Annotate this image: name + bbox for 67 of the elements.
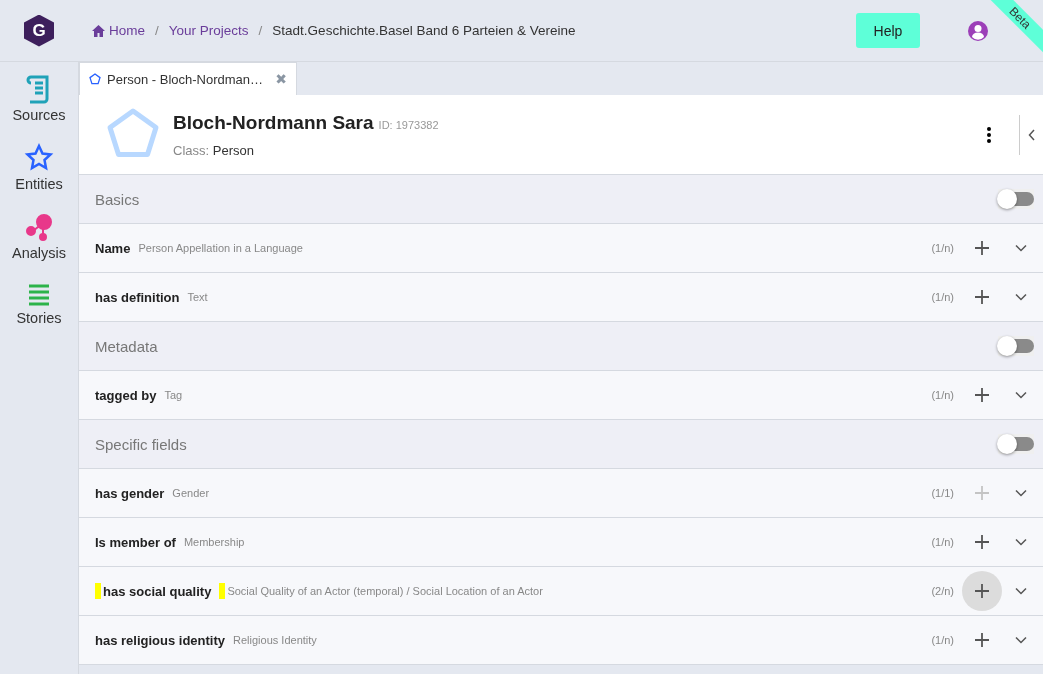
section-title: Metadata xyxy=(95,337,159,355)
field-label: Name xyxy=(95,240,131,256)
field-count: (1/n) xyxy=(931,242,954,254)
chevron-down-icon xyxy=(1015,587,1027,595)
field-label: tagged by xyxy=(95,387,157,403)
section-title: Basics xyxy=(95,190,141,208)
plus-icon xyxy=(974,583,990,599)
entity-class: Class: Person xyxy=(173,142,255,158)
breadcrumb-link[interactable]: Home xyxy=(109,23,145,38)
field-range: Gender xyxy=(172,487,211,499)
plus-icon xyxy=(974,534,990,550)
field-count: (1/n) xyxy=(931,634,954,646)
star-icon xyxy=(24,143,54,173)
breadcrumb-current: Stadt.Geschichte.Basel Band 6 Parteien & Vereine xyxy=(272,23,576,38)
field-range: Membership xyxy=(183,536,246,548)
plus-icon xyxy=(974,387,990,403)
breadcrumb-separator: / xyxy=(155,23,159,38)
entity-name: Bloch-Nordmann Sara xyxy=(173,111,374,134)
field-label: has gender xyxy=(95,485,165,501)
chevron-down-icon xyxy=(1015,293,1027,301)
sidebar-item[interactable]: Entities xyxy=(15,143,63,192)
chevron-down-icon xyxy=(1015,489,1027,497)
sidebar-item[interactable]: Sources xyxy=(12,74,66,123)
field-label: has social quality xyxy=(103,583,212,599)
tab-label: Person - Bloch-Nordman… xyxy=(107,71,264,87)
entity-tab[interactable]: Person - Bloch-Nordman… ✖ xyxy=(79,62,297,95)
field-label: has definition xyxy=(95,289,180,305)
app-logo[interactable]: G xyxy=(24,14,54,47)
field-count: (2/n) xyxy=(931,585,954,597)
plus-icon xyxy=(974,240,990,256)
user-avatar-icon[interactable] xyxy=(968,20,988,41)
plus-icon xyxy=(974,289,990,305)
pentagon-icon xyxy=(89,73,101,85)
field-count: (1/1) xyxy=(931,487,954,499)
plus-icon xyxy=(974,485,990,501)
field-range: Text xyxy=(187,291,209,303)
section-toggle[interactable] xyxy=(998,434,1034,454)
sidebar-item[interactable]: Analysis xyxy=(12,212,66,261)
highlight-mark xyxy=(219,583,226,599)
field-count: (1/n) xyxy=(931,291,954,303)
section-toggle[interactable] xyxy=(998,336,1034,356)
field-range: Religious Identity xyxy=(233,634,318,646)
breadcrumb-link[interactable]: Your Projects xyxy=(168,23,249,38)
field-count: (1/n) xyxy=(931,536,954,548)
home-icon xyxy=(92,24,105,37)
entity-id: ID: 1973382 xyxy=(378,118,439,131)
sidebar-item[interactable]: Stories xyxy=(16,281,62,326)
field-label: Is member of xyxy=(95,534,176,550)
chevron-down-icon xyxy=(1015,244,1027,252)
field-count: (1/n) xyxy=(931,389,954,401)
more-options-icon[interactable] xyxy=(987,126,991,143)
field-range: Social Quality of an Actor (temporal) / Social Location of an Actor xyxy=(227,585,544,597)
section-title: Specific fields xyxy=(95,435,188,453)
field-range: Person Appellation in a Language xyxy=(138,242,304,254)
chevron-down-icon xyxy=(1015,391,1027,399)
chevron-down-icon xyxy=(1015,636,1027,644)
section-toggle[interactable] xyxy=(998,189,1034,209)
breadcrumb-separator: / xyxy=(258,23,263,38)
chevron-left-icon xyxy=(1027,128,1036,141)
field-label: has religious identity xyxy=(95,632,226,648)
plus-icon xyxy=(974,632,990,648)
field-range: Tag xyxy=(164,389,184,401)
nodes-icon xyxy=(24,212,54,242)
scroll-icon xyxy=(26,74,52,104)
help-button[interactable]: Help xyxy=(856,13,920,48)
chevron-down-icon xyxy=(1015,538,1027,546)
add-button[interactable] xyxy=(962,571,1002,611)
